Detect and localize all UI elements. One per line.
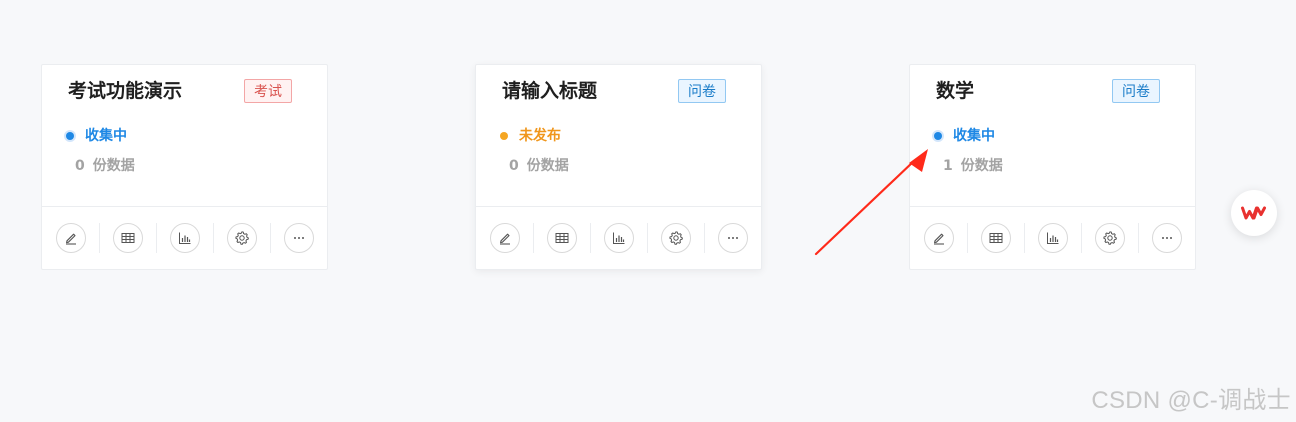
response-count-value: 0 (75, 158, 85, 174)
watermark: CSDN @C-调战士 (1091, 387, 1291, 414)
status-dot-icon (500, 132, 508, 140)
action-slot (533, 207, 590, 269)
response-count-unit: 份数据 (960, 158, 1003, 174)
data-table-button[interactable] (112, 223, 143, 253)
more-button[interactable] (717, 223, 748, 253)
action-slot (213, 207, 270, 269)
action-slot (156, 207, 213, 269)
form-card[interactable]: 数学 问卷 收集中 1 份数据 (909, 64, 1196, 270)
settings-button[interactable] (226, 223, 257, 253)
action-slot (1138, 207, 1195, 269)
status-text: 收集中 (85, 128, 127, 144)
card-action-bar (476, 206, 761, 269)
gear-icon (1102, 231, 1117, 245)
action-slot (1081, 207, 1138, 269)
action-slot (99, 207, 156, 269)
more-icon (293, 237, 304, 239)
edit-icon (499, 233, 510, 245)
response-count: 0 份数据 (509, 156, 569, 176)
more-button[interactable] (283, 223, 314, 253)
gear-icon (668, 231, 683, 245)
response-count-unit: 份数据 (92, 158, 135, 174)
settings-button[interactable] (660, 223, 691, 253)
statistics-button[interactable] (603, 223, 634, 253)
red-arrow-annotation (814, 149, 928, 256)
settings-button[interactable] (1094, 223, 1125, 253)
action-slot (647, 207, 704, 269)
status-dot-icon (66, 132, 74, 140)
edit-button[interactable] (489, 223, 520, 253)
wps-float-button[interactable] (1231, 190, 1277, 236)
action-slot (590, 207, 647, 269)
form-card[interactable]: 考试功能演示 考试 收集中 0 份数据 (41, 64, 328, 270)
wps-logo-icon (1241, 206, 1266, 220)
type-tag: 考试 (244, 79, 292, 103)
table-icon (989, 233, 1002, 243)
card-title[interactable]: 考试功能演示 (68, 79, 182, 103)
statistics-button[interactable] (1037, 223, 1068, 253)
action-slot (476, 207, 533, 269)
edit-button[interactable] (55, 223, 86, 253)
card-action-bar (42, 206, 327, 269)
status-text: 未发布 (519, 128, 561, 144)
card-title[interactable]: 请输入标题 (502, 79, 597, 103)
response-count-unit: 份数据 (526, 158, 569, 174)
data-table-button[interactable] (546, 223, 577, 253)
status-dot-icon (934, 132, 942, 140)
response-count-value: 0 (509, 158, 519, 174)
bar-chart-icon (178, 232, 190, 244)
form-card[interactable]: 请输入标题 问卷 未发布 0 份数据 (475, 64, 762, 270)
type-tag: 问卷 (1112, 79, 1160, 103)
card-title[interactable]: 数学 (936, 79, 974, 103)
status-text: 收集中 (953, 128, 995, 144)
action-slot (270, 207, 327, 269)
table-icon (555, 233, 568, 243)
table-icon (121, 233, 134, 243)
action-slot (42, 207, 99, 269)
more-icon (727, 237, 738, 239)
response-count: 1 份数据 (943, 156, 1003, 176)
response-count-value: 1 (943, 158, 953, 174)
status-indicator: 未发布 (500, 126, 561, 146)
statistics-button[interactable] (169, 223, 200, 253)
action-slot (1024, 207, 1081, 269)
more-icon (1161, 237, 1172, 239)
bar-chart-icon (1046, 232, 1058, 244)
type-tag: 问卷 (678, 79, 726, 103)
status-indicator: 收集中 (934, 126, 995, 146)
data-table-button[interactable] (980, 223, 1011, 253)
more-button[interactable] (1151, 223, 1182, 253)
card-action-bar (910, 206, 1195, 269)
action-slot (967, 207, 1024, 269)
edit-icon (65, 233, 76, 245)
gear-icon (234, 231, 249, 245)
bar-chart-icon (612, 232, 624, 244)
status-indicator: 收集中 (66, 126, 127, 146)
response-count: 0 份数据 (75, 156, 135, 176)
action-slot (704, 207, 761, 269)
